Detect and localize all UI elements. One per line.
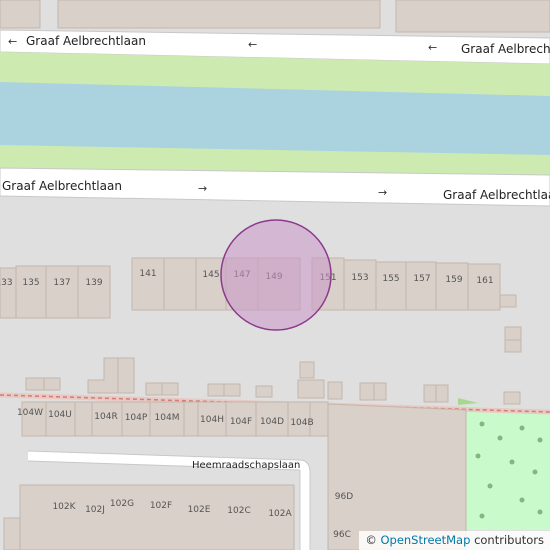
oneway-arrow: → xyxy=(198,182,207,195)
street-label-heemraadschapslaan: Heemraadschapslaan xyxy=(192,460,300,471)
copyright-symbol: © xyxy=(365,533,377,547)
street-label-graaf-aelbrechtlaan: Graaf Aelbrechtlaan xyxy=(2,179,122,193)
house-number: 96D xyxy=(335,492,353,502)
house-number: 102E xyxy=(188,505,211,515)
attribution-suffix: contributors xyxy=(474,533,544,547)
house-number: 104D xyxy=(260,417,284,427)
house-number: 102F xyxy=(150,501,172,511)
building-top xyxy=(57,0,381,29)
park-area xyxy=(466,406,550,530)
openstreetmap-link[interactable]: OpenStreetMap xyxy=(380,533,470,547)
house-number: 104W xyxy=(17,408,43,418)
building-row-west xyxy=(0,265,111,319)
oneway-arrow: ← xyxy=(248,38,257,51)
house-number: 157 xyxy=(413,274,430,284)
house-number: 139 xyxy=(85,278,102,288)
house-number: 104F xyxy=(230,417,252,427)
building-102 xyxy=(3,484,295,550)
map-canvas[interactable]: ← Graaf Aelbrechtlaan ← ← Graaf Aelbrech… xyxy=(0,0,550,550)
house-number: 145 xyxy=(202,270,219,280)
building-top xyxy=(395,0,550,33)
house-number: 102C xyxy=(227,506,250,516)
street-label-graaf-aelbrechtlaan: Graaf Aelbrechtlaan xyxy=(443,188,550,202)
house-number: 102G xyxy=(110,499,134,509)
map-attribution: © OpenStreetMap contributors xyxy=(359,531,550,550)
building-top xyxy=(0,0,41,29)
oneway-arrow: ← xyxy=(428,41,437,54)
house-number: 102A xyxy=(268,509,292,519)
house-number: 133 xyxy=(0,278,13,288)
house-number: 141 xyxy=(139,269,156,279)
house-number: 137 xyxy=(53,278,70,288)
house-number: 161 xyxy=(476,276,493,286)
house-number: 102K xyxy=(52,502,76,512)
house-number: 104R xyxy=(94,412,117,422)
oneway-arrow: ← xyxy=(8,35,17,48)
house-number: 159 xyxy=(445,275,462,285)
street-label-graaf-aelbrechtlaan: Graaf Aelbrechtlaan xyxy=(26,34,146,48)
house-number: 104U xyxy=(48,410,72,420)
house-number: 96C xyxy=(333,530,351,540)
house-number: 155 xyxy=(382,274,399,284)
building-96 xyxy=(327,403,467,550)
location-marker-circle[interactable] xyxy=(220,219,332,331)
house-number: 102J xyxy=(85,505,105,515)
house-number: 104P xyxy=(125,413,148,423)
street-label-graaf-aelbrechtlaan: Graaf Aelbrechtlaan xyxy=(461,42,550,56)
oneway-arrow: → xyxy=(378,186,387,199)
house-number: 135 xyxy=(22,278,39,288)
house-number: 104M xyxy=(155,413,180,423)
house-number: 104H xyxy=(200,415,224,425)
house-number: 153 xyxy=(351,273,368,283)
house-number: 104B xyxy=(290,418,313,428)
